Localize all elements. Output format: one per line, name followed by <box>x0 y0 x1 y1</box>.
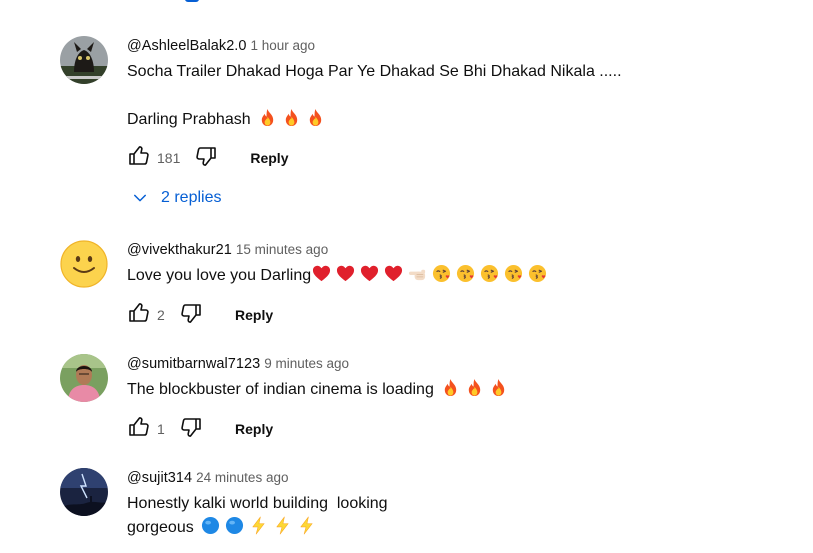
fire-emoji-icon <box>306 108 325 127</box>
thumb-down-icon <box>194 144 218 173</box>
comment-line-text: Love you love you Darling <box>127 267 312 284</box>
avatar[interactable] <box>60 354 108 402</box>
pointing-hand-emoji-icon <box>408 264 427 283</box>
comment-line-text: The blockbuster of indian cinema is load… <box>127 381 434 398</box>
blue-circle-emoji-icon <box>225 516 244 535</box>
thumb-up-icon <box>127 301 151 330</box>
comment-line: gorgeous <box>127 516 787 540</box>
comment-action-bar: 2 Reply <box>123 299 275 331</box>
blue-circle-emoji-icon <box>201 516 220 535</box>
thumb-up-icon <box>127 144 151 173</box>
kissing-face-emoji-icon <box>528 264 547 283</box>
lightning-emoji-icon <box>249 516 268 535</box>
comment-header: @sumitbarnwal7123 9 minutes ago <box>127 354 787 374</box>
avatar[interactable] <box>60 36 108 84</box>
comment-text: Love you love you Darling <box>127 264 787 288</box>
fire-emoji-icon <box>282 108 301 127</box>
previous-replies-link-fragment[interactable] <box>185 0 199 2</box>
avatar[interactable] <box>60 240 108 288</box>
replies-count-label: 2 replies <box>161 189 222 206</box>
fire-emoji-icon <box>489 378 508 397</box>
dislike-button[interactable] <box>175 299 207 331</box>
comment-content: @AshleelBalak2.0 1 hour ago Socha Trailer… <box>127 36 787 206</box>
author-name[interactable]: @vivekthakur21 <box>127 242 232 258</box>
comment-line: Honestly kalki world building looking <box>127 495 388 512</box>
red-heart-emoji-icon <box>360 264 379 283</box>
kissing-face-emoji-icon <box>432 264 451 283</box>
reply-button[interactable]: Reply <box>233 415 275 443</box>
comment-text: Socha Trailer Dhakad Hoga Par Ye Dhakad … <box>127 60 787 132</box>
kissing-face-emoji-icon <box>480 264 499 283</box>
avatar[interactable] <box>60 468 108 516</box>
thumb-down-icon <box>179 415 203 444</box>
author-name[interactable]: @sumitbarnwal7123 <box>127 356 260 372</box>
comment-timestamp[interactable]: 1 hour ago <box>251 38 316 53</box>
comment-line: Socha Trailer Dhakad Hoga Par Ye Dhakad … <box>127 63 622 80</box>
comment-content: @vivekthakur21 15 minutes ago Love you lo… <box>127 240 787 323</box>
comment-line: Darling Prabhash <box>127 108 787 132</box>
author-name[interactable]: @sujit314 <box>127 470 192 486</box>
red-heart-emoji-icon <box>336 264 355 283</box>
author-name[interactable]: @AshleelBalak2.0 <box>127 38 247 54</box>
dislike-button[interactable] <box>175 413 207 445</box>
kissing-face-emoji-icon <box>504 264 523 283</box>
comment-header: @sujit314 24 minutes ago <box>127 468 787 488</box>
red-heart-emoji-icon <box>312 264 331 283</box>
fire-emoji-icon <box>465 378 484 397</box>
dislike-button[interactable] <box>190 142 222 174</box>
kissing-face-emoji-icon <box>456 264 475 283</box>
like-button[interactable] <box>123 413 155 445</box>
thumb-down-icon <box>179 301 203 330</box>
red-heart-emoji-icon <box>384 264 403 283</box>
comment-line-text: gorgeous <box>127 519 194 536</box>
like-count: 181 <box>157 150 181 166</box>
reply-button[interactable]: Reply <box>233 301 275 329</box>
like-button[interactable] <box>123 142 155 174</box>
comment-line: The blockbuster of indian cinema is load… <box>127 378 787 402</box>
fire-emoji-icon <box>441 378 460 397</box>
like-count: 2 <box>157 307 165 323</box>
fire-emoji-icon <box>258 108 277 127</box>
lightning-emoji-icon <box>273 516 292 535</box>
like-button[interactable] <box>123 299 155 331</box>
comment-line-text: Darling Prabhash <box>127 111 251 128</box>
comment-action-bar: 181 Reply <box>123 142 290 174</box>
comment-timestamp[interactable]: 24 minutes ago <box>196 470 288 485</box>
comment-text: Honestly kalki world building looking go… <box>127 492 787 540</box>
comment-header: @vivekthakur21 15 minutes ago <box>127 240 787 260</box>
comment-line: Love you love you Darling <box>127 264 787 288</box>
comment-content: @sujit314 24 minutes ago Honestly kalki w… <box>127 468 787 540</box>
comment-text: The blockbuster of indian cinema is load… <box>127 378 787 402</box>
like-count: 1 <box>157 421 165 437</box>
comment-action-bar: 1 Reply <box>123 413 275 445</box>
view-replies-button[interactable]: 2 replies <box>131 180 221 216</box>
lightning-emoji-icon <box>297 516 316 535</box>
comment-content: @sumitbarnwal7123 9 minutes ago The block… <box>127 354 787 437</box>
comment-timestamp[interactable]: 15 minutes ago <box>236 242 328 257</box>
thumb-up-icon <box>127 415 151 444</box>
comment-header: @AshleelBalak2.0 1 hour ago <box>127 36 787 56</box>
comment-timestamp[interactable]: 9 minutes ago <box>264 356 349 371</box>
reply-button[interactable]: Reply <box>248 144 290 172</box>
chevron-down-icon <box>131 189 149 207</box>
